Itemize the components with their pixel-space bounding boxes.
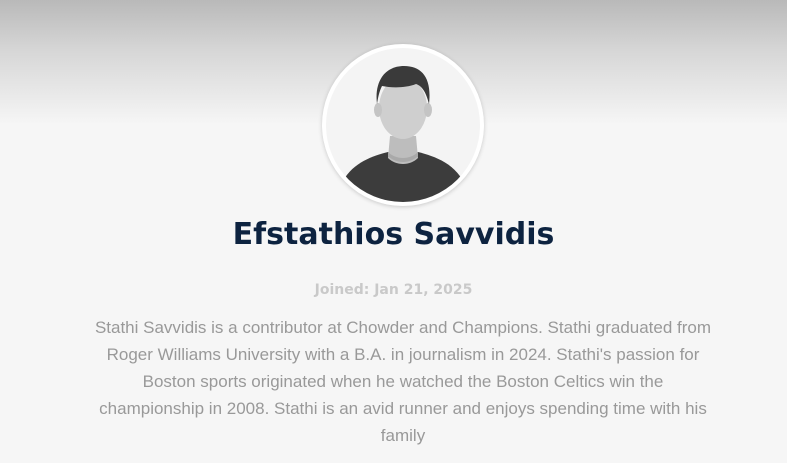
author-bio: Stathi Savvidis is a contributor at Chow… bbox=[94, 318, 712, 445]
joined-date: Joined: Jan 21, 2025 bbox=[314, 282, 473, 298]
default-user-avatar-icon bbox=[326, 48, 480, 202]
avatar bbox=[322, 44, 484, 206]
author-name: Efstathios Savvidis bbox=[232, 217, 555, 252]
